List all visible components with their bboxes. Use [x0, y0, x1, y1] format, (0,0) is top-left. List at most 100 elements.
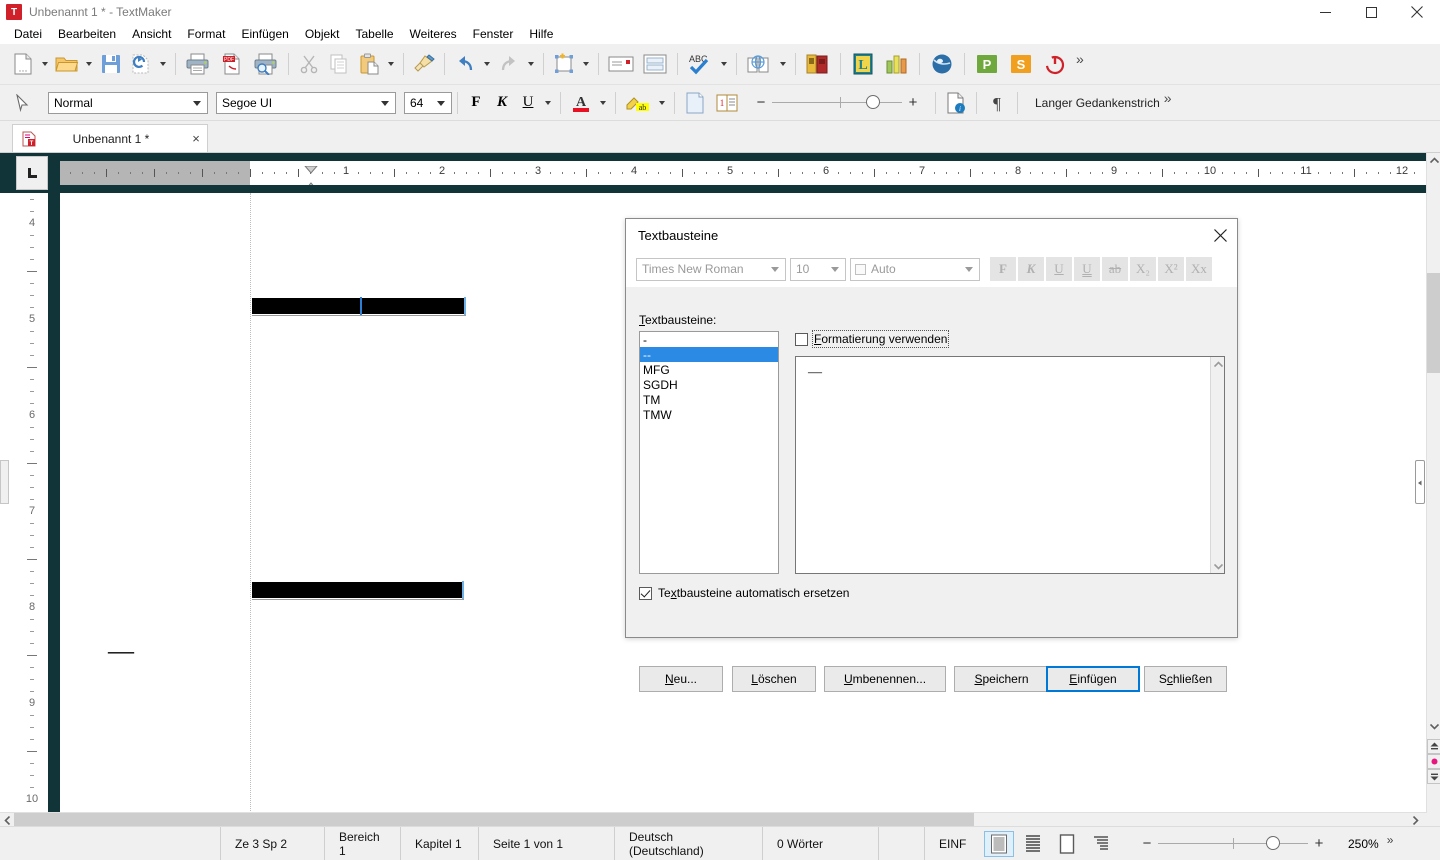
list-item[interactable]: -: [640, 332, 778, 347]
list-item[interactable]: TMW: [640, 407, 778, 422]
list-item[interactable]: TM: [640, 392, 778, 407]
zoom-track[interactable]: [772, 95, 902, 109]
rename-button[interactable]: Umbenennen...: [824, 666, 946, 692]
planmaker-icon[interactable]: [880, 49, 914, 79]
close-button[interactable]: [1394, 0, 1440, 24]
menu-weiteres[interactable]: Weiteres: [402, 25, 465, 43]
insert-object-dropdown[interactable]: [579, 49, 593, 79]
zoom-out-icon[interactable]: −: [750, 94, 772, 111]
dialog-close-button[interactable]: [1203, 219, 1237, 251]
underline-button[interactable]: U: [515, 90, 541, 116]
status-zoom-out-icon[interactable]: −: [1136, 835, 1158, 852]
menu-bearbeiten[interactable]: Bearbeiten: [50, 25, 124, 43]
vertical-ruler[interactable]: 4 5 6 7 8 9 10: [16, 193, 48, 813]
print-preview-icon[interactable]: [249, 49, 283, 79]
softmaker-app-icon[interactable]: S: [1004, 49, 1038, 79]
view-continuous-icon[interactable]: [1018, 831, 1048, 857]
preview-scrollbar[interactable]: [1210, 357, 1224, 573]
list-item[interactable]: SGDH: [640, 377, 778, 392]
vertical-splitter-handle[interactable]: [1415, 460, 1425, 504]
page-number-icon[interactable]: 1: [710, 88, 744, 118]
status-cursor-position[interactable]: Ze 3 Sp 2: [220, 826, 324, 860]
save-icon[interactable]: [96, 49, 126, 79]
status-language[interactable]: Deutsch (Deutschland): [614, 826, 762, 860]
pilcrow-icon[interactable]: ¶: [982, 88, 1012, 118]
menu-fenster[interactable]: Fenster: [465, 25, 522, 43]
horizontal-scrollbar[interactable]: [0, 812, 1426, 827]
vertical-scroll-thumb[interactable]: [1427, 273, 1440, 373]
select-browse-object-button[interactable]: [1427, 754, 1440, 769]
auto-replace-checkbox[interactable]: [639, 586, 652, 600]
menu-format[interactable]: Format: [179, 25, 233, 43]
preview-scroll-down-icon[interactable]: [1211, 559, 1225, 573]
view-normal-icon[interactable]: [984, 830, 1014, 857]
open-document-dropdown[interactable]: [82, 49, 96, 79]
status-zoom-level[interactable]: 250%: [1348, 837, 1379, 851]
list-item[interactable]: --: [640, 347, 778, 362]
highlight-dropdown[interactable]: [655, 88, 669, 118]
status-chapter[interactable]: Kapitel 1: [400, 826, 478, 860]
status-overflow-button[interactable]: »: [1387, 833, 1394, 847]
horizontal-scroll-thumb[interactable]: [14, 813, 974, 827]
new-document-dropdown[interactable]: [38, 49, 52, 79]
view-page-icon[interactable]: [1052, 831, 1082, 857]
restore-icon[interactable]: [126, 49, 156, 79]
document-tab[interactable]: T Unbenannt 1 * ×: [12, 124, 208, 152]
redo-dropdown[interactable]: [524, 49, 538, 79]
textbaustein-preview[interactable]: —: [795, 356, 1225, 574]
textbausteine-listbox[interactable]: - -- MFG SGDH TM TMW: [639, 331, 779, 574]
labels-icon[interactable]: [638, 49, 672, 79]
presentations-icon[interactable]: L: [846, 49, 880, 79]
menu-tabelle[interactable]: Tabelle: [348, 25, 402, 43]
thesaurus-dropdown[interactable]: [776, 49, 790, 79]
format-painter-icon[interactable]: [409, 49, 439, 79]
paragraph-style-combo[interactable]: Normal: [48, 91, 208, 114]
preview-scroll-up-icon[interactable]: [1211, 357, 1225, 371]
document-info-icon[interactable]: i: [941, 88, 971, 118]
maximize-button[interactable]: [1348, 0, 1394, 24]
undo-dropdown[interactable]: [480, 49, 494, 79]
status-zoom-in-icon[interactable]: +: [1308, 835, 1330, 852]
underline-dropdown[interactable]: [541, 88, 555, 118]
scroll-right-icon[interactable]: [1408, 813, 1422, 827]
spellcheck-icon[interactable]: ABC: [683, 49, 717, 79]
new-document-icon[interactable]: [8, 49, 38, 79]
view-outline-icon[interactable]: [1086, 831, 1116, 857]
cursor-arrow-icon[interactable]: [8, 88, 38, 118]
use-formatting-checkbox[interactable]: [795, 332, 808, 346]
toolbar-zoom-slider[interactable]: − +: [750, 94, 924, 111]
copy-icon[interactable]: [324, 49, 354, 79]
print-icon[interactable]: [181, 49, 215, 79]
status-zoom-knob[interactable]: [1266, 836, 1280, 850]
previous-page-button[interactable]: [1427, 739, 1440, 754]
cut-icon[interactable]: [294, 49, 324, 79]
paste-dropdown[interactable]: [384, 49, 398, 79]
menu-ansicht[interactable]: Ansicht: [124, 25, 179, 43]
use-formatting-label[interactable]: Formatierung verwenden: [811, 330, 950, 348]
status-zoom-slider[interactable]: − +: [1136, 835, 1330, 852]
zoom-in-icon[interactable]: +: [902, 94, 924, 111]
status-page[interactable]: Seite 1 von 1: [478, 826, 614, 860]
page-layout-icon[interactable]: [680, 88, 710, 118]
delete-button[interactable]: Löschen: [732, 666, 816, 692]
menu-einfuegen[interactable]: Einfügen: [233, 25, 296, 43]
redo-icon[interactable]: [494, 49, 524, 79]
presentations-app-icon[interactable]: P: [970, 49, 1004, 79]
font-size-combo[interactable]: 64: [404, 91, 452, 114]
font-color-button[interactable]: A: [566, 88, 596, 118]
next-page-button[interactable]: [1427, 769, 1440, 784]
font-name-combo[interactable]: Segoe UI: [216, 91, 396, 114]
bold-button[interactable]: F: [463, 90, 489, 116]
highlight-button[interactable]: ab: [621, 88, 655, 118]
scroll-left-icon[interactable]: [0, 813, 14, 827]
tab-stop-selector[interactable]: [16, 156, 48, 190]
document-tab-close-icon[interactable]: ×: [185, 131, 207, 146]
paste-icon[interactable]: [354, 49, 384, 79]
use-formatting-checkbox-row[interactable]: Formatierung verwenden: [795, 330, 950, 348]
minimize-button[interactable]: [1302, 0, 1348, 24]
font-color-dropdown[interactable]: [596, 88, 610, 118]
zoom-knob[interactable]: [865, 95, 880, 109]
envelope-icon[interactable]: [604, 49, 638, 79]
library-icon[interactable]: [801, 49, 835, 79]
toolbar-overflow-button[interactable]: »: [1076, 51, 1084, 67]
